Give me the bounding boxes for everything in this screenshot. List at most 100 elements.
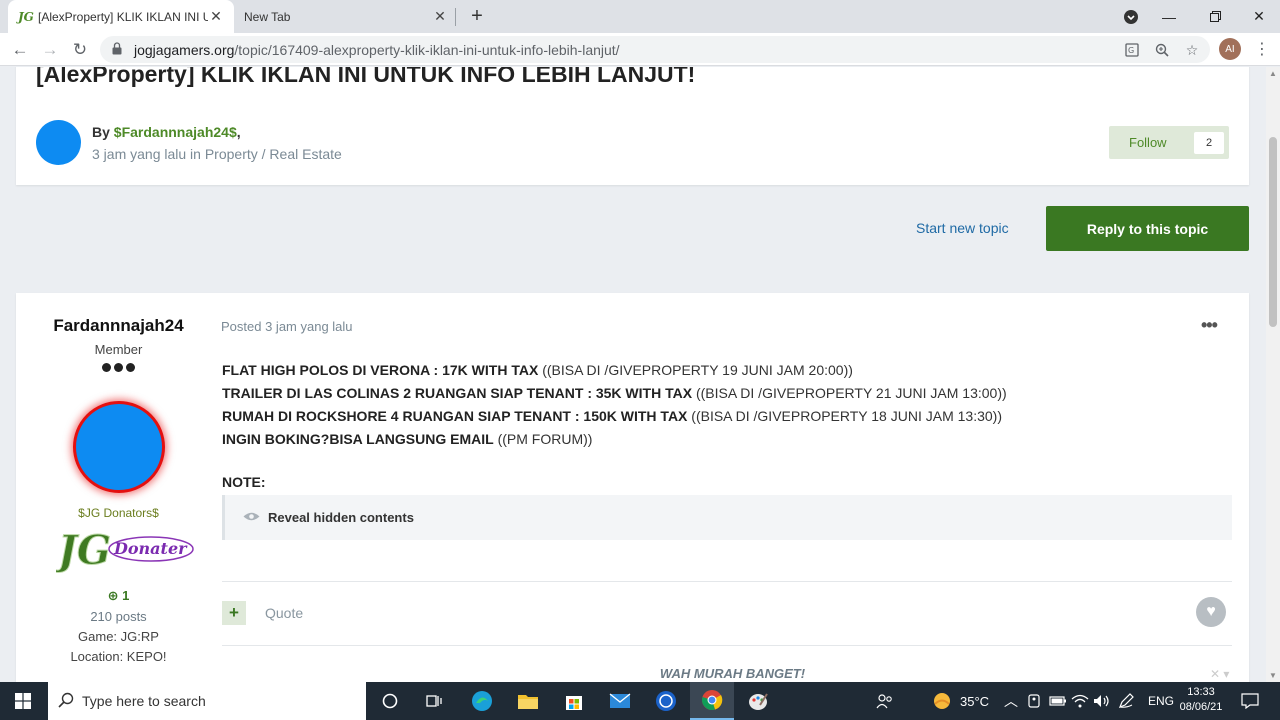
- bookmark-star-icon[interactable]: ☆: [1182, 40, 1202, 60]
- byline-comma: ,: [236, 124, 241, 140]
- start-new-topic-link[interactable]: Start new topic: [916, 220, 1009, 236]
- post-author-name[interactable]: Fardannnajah24: [16, 316, 221, 336]
- address-bar[interactable]: jogjagamers.org/topic/167409-alexpropert…: [100, 36, 1210, 63]
- close-icon: ✕: [1253, 8, 1265, 24]
- post-divider: [222, 581, 1232, 582]
- arrow-left-icon: ←: [11, 40, 29, 59]
- react-heart-button[interactable]: ♥: [1196, 597, 1226, 627]
- minimize-icon: —: [1162, 8, 1176, 25]
- start-button[interactable]: [0, 682, 46, 720]
- scroll-up-icon[interactable]: ▲: [1269, 69, 1277, 78]
- signature-divider: [222, 645, 1232, 646]
- svg-text:G: G: [1128, 46, 1134, 55]
- url-host: jogjagamers.org: [134, 42, 235, 58]
- multiquote-plus-button[interactable]: +: [222, 601, 246, 625]
- mail-icon[interactable]: [598, 682, 642, 720]
- app-circle-icon[interactable]: [644, 682, 688, 720]
- post-author-avatar[interactable]: [73, 401, 165, 493]
- restore-button[interactable]: [1192, 0, 1238, 33]
- zoom-icon[interactable]: [1152, 40, 1172, 60]
- tab-new-tab[interactable]: New Tab ✕: [236, 0, 456, 33]
- battery-icon[interactable]: [1049, 682, 1067, 720]
- author-game-field: Game: JG:RP: [78, 629, 159, 644]
- file-explorer-icon[interactable]: [506, 682, 550, 720]
- tab-title: New Tab: [244, 9, 291, 24]
- close-window-button[interactable]: ✕: [1236, 0, 1280, 33]
- post-line: TRAILER DI LAS COLINAS 2 RUANGAN SIAP TE…: [222, 385, 1007, 401]
- site-favicon-icon: JG: [18, 9, 34, 24]
- page-scrollbar[interactable]: ▲ ▼: [1266, 67, 1280, 683]
- signature-hide-icon[interactable]: ✕ ▾: [1210, 667, 1229, 681]
- new-tab-button[interactable]: +: [466, 5, 488, 27]
- lock-icon: [112, 42, 122, 55]
- browser-toolbar: ← → ↻ jogjagamers.org/topic/167409-alexp…: [0, 33, 1280, 66]
- close-tab-icon[interactable]: ✕: [432, 8, 448, 25]
- follow-label: Follow: [1129, 135, 1167, 150]
- clock-date: 08/06/21: [1179, 701, 1223, 713]
- tab-active[interactable]: JG [AlexProperty] KLIK IKLAN INI UN ✕: [8, 0, 234, 33]
- store-icon[interactable]: [552, 682, 596, 720]
- meet-now-icon[interactable]: [1027, 682, 1041, 720]
- notifications-icon[interactable]: [1241, 682, 1259, 720]
- post-card: Fardannnajah24 Member $JG Donators$ JG D…: [16, 293, 1249, 683]
- plus-icon: +: [229, 603, 239, 622]
- forward-button[interactable]: →: [37, 37, 63, 63]
- topic-byline: By $Fardannnajah24$,: [92, 124, 241, 140]
- reply-to-topic-button[interactable]: Reply to this topic: [1046, 206, 1249, 251]
- page-viewport: [AlexProperty] KLIK IKLAN INI UNTUK INFO…: [0, 67, 1266, 683]
- post-author-rank: Member: [94, 342, 143, 357]
- post-count[interactable]: 210 posts: [16, 609, 221, 624]
- post-line: FLAT HIGH POLOS DI VERONA : 17K WITH TAX…: [222, 362, 853, 378]
- browser-menu-icon[interactable]: ⋮: [1252, 37, 1272, 63]
- topic-header-card: [AlexProperty] KLIK IKLAN INI UNTUK INFO…: [16, 67, 1249, 185]
- wifi-icon[interactable]: [1071, 682, 1089, 720]
- sun-icon: [934, 693, 950, 709]
- eye-icon: [243, 510, 260, 525]
- chevron-down-circle-icon: [1124, 9, 1138, 24]
- post-line: RUMAH DI ROCKSHORE 4 RUANGAN SIAP TENANT…: [222, 408, 1002, 424]
- post-author-group: $JG Donators$: [78, 506, 159, 520]
- post-timestamp[interactable]: Posted 3 jam yang lalu: [221, 319, 353, 334]
- scroll-down-icon[interactable]: ▼: [1269, 671, 1277, 680]
- quote-button[interactable]: Quote: [265, 605, 303, 621]
- post-body: FLAT HIGH POLOS DI VERONA : 17K WITH TAX…: [222, 359, 1007, 451]
- restore-icon: [1209, 11, 1221, 22]
- note-heading: NOTE:: [222, 474, 266, 490]
- taskbar-search[interactable]: Type here to search: [48, 682, 366, 720]
- follow-button[interactable]: Follow 2: [1109, 126, 1229, 159]
- pen-icon[interactable]: [1118, 682, 1134, 720]
- weather-widget[interactable]: 35°C: [932, 682, 989, 720]
- reload-button[interactable]: ↻: [67, 37, 93, 63]
- close-tab-icon[interactable]: ✕: [208, 8, 224, 25]
- post-author-column: Fardannnajah24 Member $JG Donators$ JG D…: [16, 293, 221, 683]
- scrollbar-thumb[interactable]: [1269, 137, 1277, 327]
- paint-icon[interactable]: [736, 682, 780, 720]
- back-button[interactable]: ←: [7, 37, 33, 63]
- topic-subline: 3 jam yang lalu in Property / Real Estat…: [92, 146, 342, 162]
- people-icon[interactable]: [876, 682, 894, 720]
- minimize-button[interactable]: —: [1146, 0, 1192, 33]
- search-placeholder: Type here to search: [82, 693, 206, 709]
- volume-icon[interactable]: [1093, 682, 1111, 720]
- topic-title: [AlexProperty] KLIK IKLAN INI UNTUK INFO…: [36, 67, 696, 87]
- taskbar-clock[interactable]: 13:33 08/06/21: [1176, 685, 1226, 715]
- task-view-icon[interactable]: [414, 682, 454, 720]
- chrome-taskbar-icon[interactable]: [690, 682, 734, 720]
- search-icon: [58, 692, 74, 711]
- author-avatar[interactable]: [36, 120, 81, 165]
- windows-taskbar: Type here to search 35°C ︿ ENG 13:33 08/…: [0, 682, 1280, 720]
- author-link[interactable]: $Fardannnajah24$: [114, 124, 237, 140]
- donater-badge-icon: JG Donater: [56, 527, 194, 574]
- language-indicator[interactable]: ENG: [1148, 682, 1174, 720]
- translate-icon[interactable]: G: [1122, 40, 1142, 60]
- cortana-icon[interactable]: [370, 682, 410, 720]
- post-options-icon[interactable]: •••: [1201, 315, 1218, 336]
- clock-time: 13:33: [1187, 686, 1215, 698]
- profile-avatar[interactable]: AI: [1219, 38, 1241, 60]
- temperature: 35°C: [960, 693, 990, 709]
- edge-icon[interactable]: [460, 682, 504, 720]
- svg-text:Donater: Donater: [113, 539, 188, 558]
- tray-chevron-up-icon[interactable]: ︿: [1004, 682, 1018, 720]
- plus-circle-icon: ⊕: [107, 588, 119, 603]
- reveal-hidden-contents[interactable]: Reveal hidden contents: [222, 495, 1232, 540]
